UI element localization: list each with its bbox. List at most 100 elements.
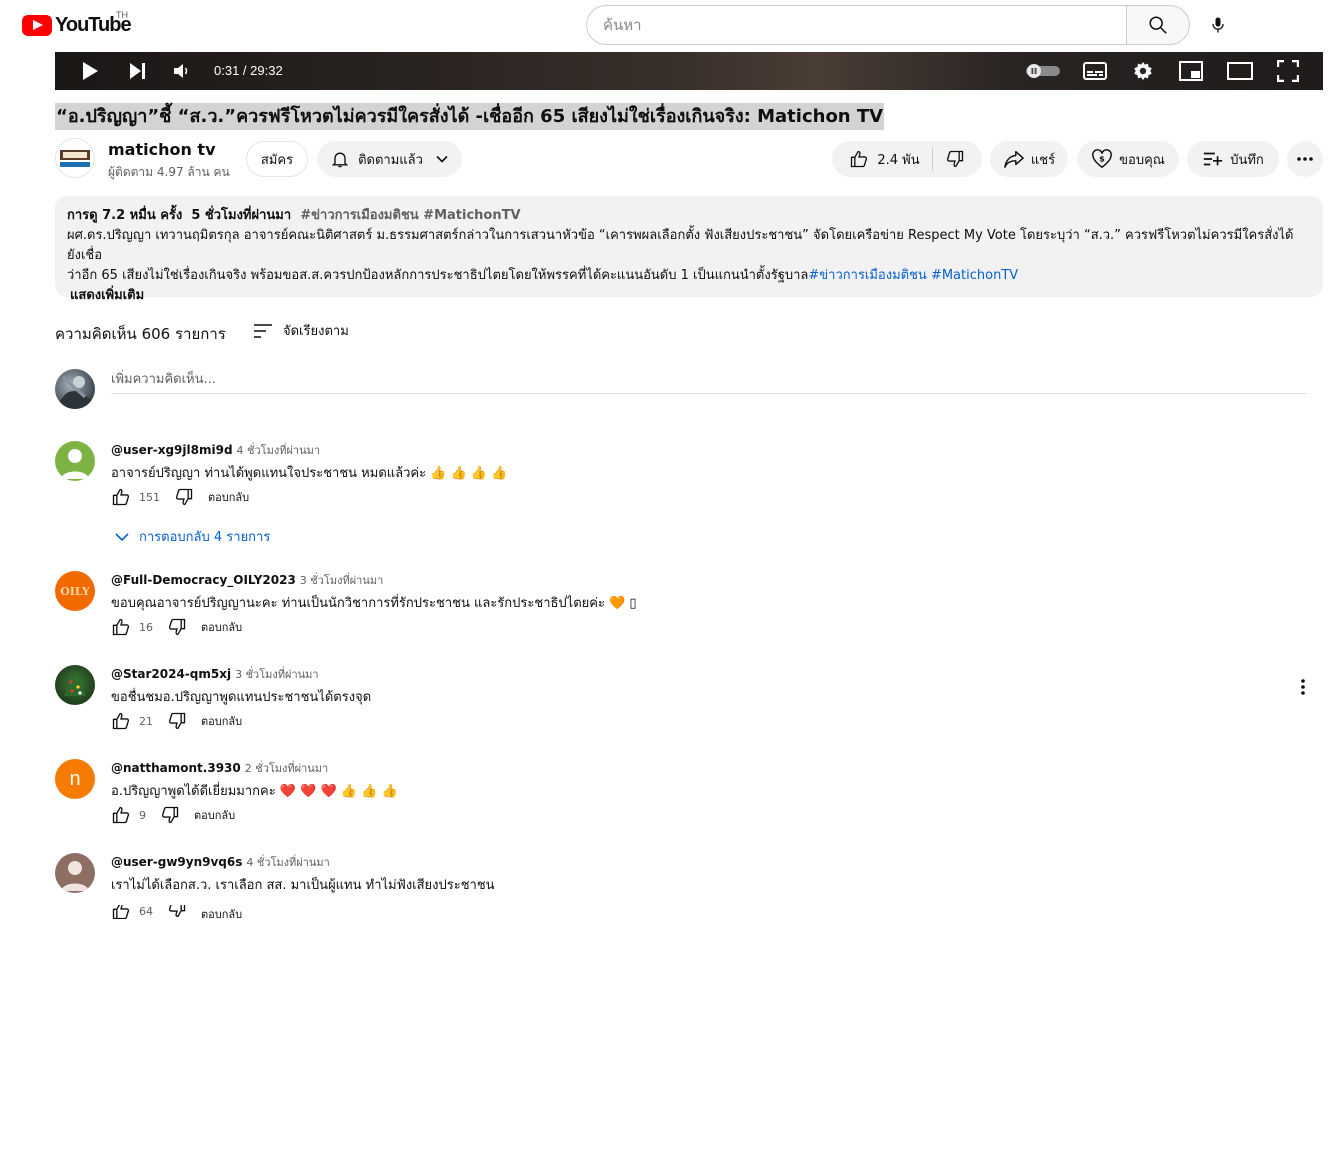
like-dislike-group: 2.4 พัน (832, 141, 982, 177)
more-actions-button[interactable] (1287, 141, 1323, 177)
reply-button[interactable]: ตอบกลับ (201, 618, 242, 636)
youtube-play-icon (22, 14, 52, 36)
heart-dollar-icon: $ (1092, 149, 1112, 169)
svg-text:$: $ (1099, 154, 1105, 164)
divider (931, 147, 933, 171)
chevron-down-icon (115, 532, 129, 541)
volume-button[interactable] (168, 52, 196, 90)
view-replies-button[interactable]: การตอบกลับ 4 รายการ (115, 526, 270, 547)
thanks-label: ขอบคุณ (1119, 152, 1165, 168)
comment-avatar[interactable] (55, 441, 95, 481)
join-label: สมัคร (260, 152, 294, 168)
miniplayer-icon (1179, 61, 1203, 81)
search-input[interactable] (603, 16, 1127, 34)
youtube-logo[interactable]: YouTube (22, 13, 132, 37)
comment-text: ขอบคุณอาจารย์ปริญญานะคะ ท่านเป็นนักวิชาก… (111, 596, 637, 611)
search-box[interactable] (586, 5, 1127, 45)
time-display: 0:31 / 29:32 (214, 63, 283, 78)
chevron-down-icon (436, 155, 448, 163)
autoplay-toggle[interactable] (1025, 52, 1061, 90)
comment-like-count: 16 (139, 620, 153, 634)
like-count: 2.4 พัน (877, 152, 920, 168)
next-button[interactable] (123, 52, 153, 90)
comment-actions: 151 ตอบกลับ (111, 485, 249, 509)
thumbs-down-icon[interactable] (167, 711, 187, 731)
settings-button[interactable] (1129, 52, 1157, 90)
dislike-button[interactable] (945, 149, 965, 169)
comment-author[interactable]: @user-gw9yn9vq6s (111, 855, 242, 869)
comment-text: เราไม่ได้เลือกส.ว. เราเลือก สส. มาเป็นผู… (111, 878, 495, 893)
comment-avatar[interactable]: n (55, 759, 95, 799)
comment-time[interactable]: 4 ชั่วโมงที่ผ่านมา (246, 856, 330, 869)
play-button[interactable] (75, 52, 105, 90)
thumbs-up-icon[interactable] (111, 905, 131, 919)
subtitles-button[interactable] (1081, 52, 1109, 90)
thumbs-down-icon[interactable] (160, 805, 180, 825)
avatar-text: OILY (60, 584, 90, 598)
sort-icon (254, 323, 272, 338)
subtitles-icon (1083, 62, 1107, 80)
comment-actions: 16 ตอบกลับ (111, 615, 242, 639)
video-title: “อ.ปริญญา”ชี้ “ส.ว.”ควรฟรีโหวตไม่ควรมีใค… (55, 103, 885, 130)
thumbs-down-icon[interactable] (167, 905, 187, 919)
subscribed-button[interactable]: ติดตามแล้ว (317, 141, 462, 177)
sort-comments-button[interactable]: จัดเรียงตาม (253, 320, 349, 341)
add-comment-input[interactable]: เพิ่มความคิดเห็น... (111, 368, 1307, 394)
video-player-controls[interactable]: 0:31 / 29:32 (55, 52, 1323, 90)
masthead: YouTube TH (0, 0, 1333, 52)
comment-author[interactable]: @Full-Democracy_OILY2023 (111, 573, 296, 587)
default-user-icon (61, 449, 89, 479)
comment-actions: 64 ตอบกลับ (111, 905, 242, 919)
description-meta: การดู 7.2 หมื่น ครั้ง 5 ชั่วโมงที่ผ่านมา… (67, 206, 1311, 226)
channel-avatar[interactable] (55, 138, 95, 178)
comment-time[interactable]: 3 ชั่วโมงที่ผ่านมา (300, 574, 384, 587)
fullscreen-button[interactable] (1273, 52, 1303, 90)
more-vertical-icon (1301, 679, 1305, 695)
search-button[interactable] (1126, 5, 1190, 45)
comment-avatar[interactable] (55, 853, 95, 893)
autoplay-toggle-icon (1026, 64, 1060, 78)
user-photo-icon (55, 375, 95, 409)
save-button[interactable]: บันทึก (1187, 141, 1279, 177)
thumbs-down-icon[interactable] (174, 487, 194, 507)
thumbs-down-icon (946, 150, 963, 168)
thumbs-up-icon (851, 150, 868, 168)
comment-avatar[interactable]: OILY (55, 571, 95, 611)
like-button[interactable]: 2.4 พัน (849, 149, 920, 170)
hashtag-link-1[interactable]: #ข่าวการเมืองมติชน (808, 268, 926, 283)
comment-actions: 9 ตอบกลับ (111, 803, 235, 827)
voice-search-button[interactable] (1198, 5, 1238, 45)
search-icon (1149, 16, 1167, 34)
theater-mode-button[interactable] (1225, 52, 1255, 90)
show-more-button[interactable]: แสดงเพิ่มเติม (70, 286, 1311, 306)
comment-time[interactable]: 3 ชั่วโมงที่ผ่านมา (235, 668, 319, 681)
thumbs-up-icon[interactable] (111, 487, 131, 507)
thanks-button[interactable]: $ ขอบคุณ (1077, 141, 1179, 177)
description-box[interactable]: การดู 7.2 หมื่น ครั้ง 5 ชั่วโมงที่ผ่านมา… (55, 196, 1323, 303)
miniplayer-button[interactable] (1177, 52, 1205, 90)
thumbs-up-icon[interactable] (111, 617, 131, 637)
share-button[interactable]: แชร์ (990, 141, 1068, 177)
comment-menu-button[interactable] (1293, 675, 1313, 699)
comment-time[interactable]: 2 ชั่วโมงที่ผ่านมา (245, 762, 329, 775)
comment-avatar[interactable] (55, 665, 95, 705)
comment-text: ขอชื่นชมอ.ปริญญาพูดแทนประชาชนได้ตรงจุด (111, 690, 372, 705)
reply-button[interactable]: ตอบกลับ (201, 712, 242, 730)
reply-button[interactable]: ตอบกลับ (201, 905, 242, 919)
thumbs-up-icon[interactable] (111, 805, 131, 825)
thumbs-down-icon[interactable] (167, 617, 187, 637)
join-button[interactable]: สมัคร (246, 141, 308, 177)
reply-button[interactable]: ตอบกลับ (208, 488, 249, 506)
reply-button[interactable]: ตอบกลับ (194, 806, 235, 824)
comment-author[interactable]: @user-xg9jl8mi9d (111, 443, 233, 457)
comment-time[interactable]: 4 ชั่วโมงที่ผ่านมา (237, 444, 321, 457)
comment-author[interactable]: @natthamont.3930 (111, 761, 241, 775)
comment-author[interactable]: @Star2024-qm5xj (111, 667, 231, 681)
microphone-icon (1212, 17, 1224, 33)
comment-author-line: @Star2024-qm5xj 3 ชั่วโมงที่ผ่านมา (111, 665, 319, 683)
hashtag-link-2[interactable]: #MatichonTV (931, 268, 1018, 283)
description-text: ผศ.ดร.ปริญญา เทวานฤมิตรกุล อาจารย์คณะนิต… (67, 226, 1311, 286)
thumbs-up-icon[interactable] (111, 711, 131, 731)
channel-name[interactable]: matichon tv (108, 140, 216, 159)
top-hashtags[interactable]: #ข่าวการเมืองมติชน #MatichonTV (300, 208, 520, 223)
